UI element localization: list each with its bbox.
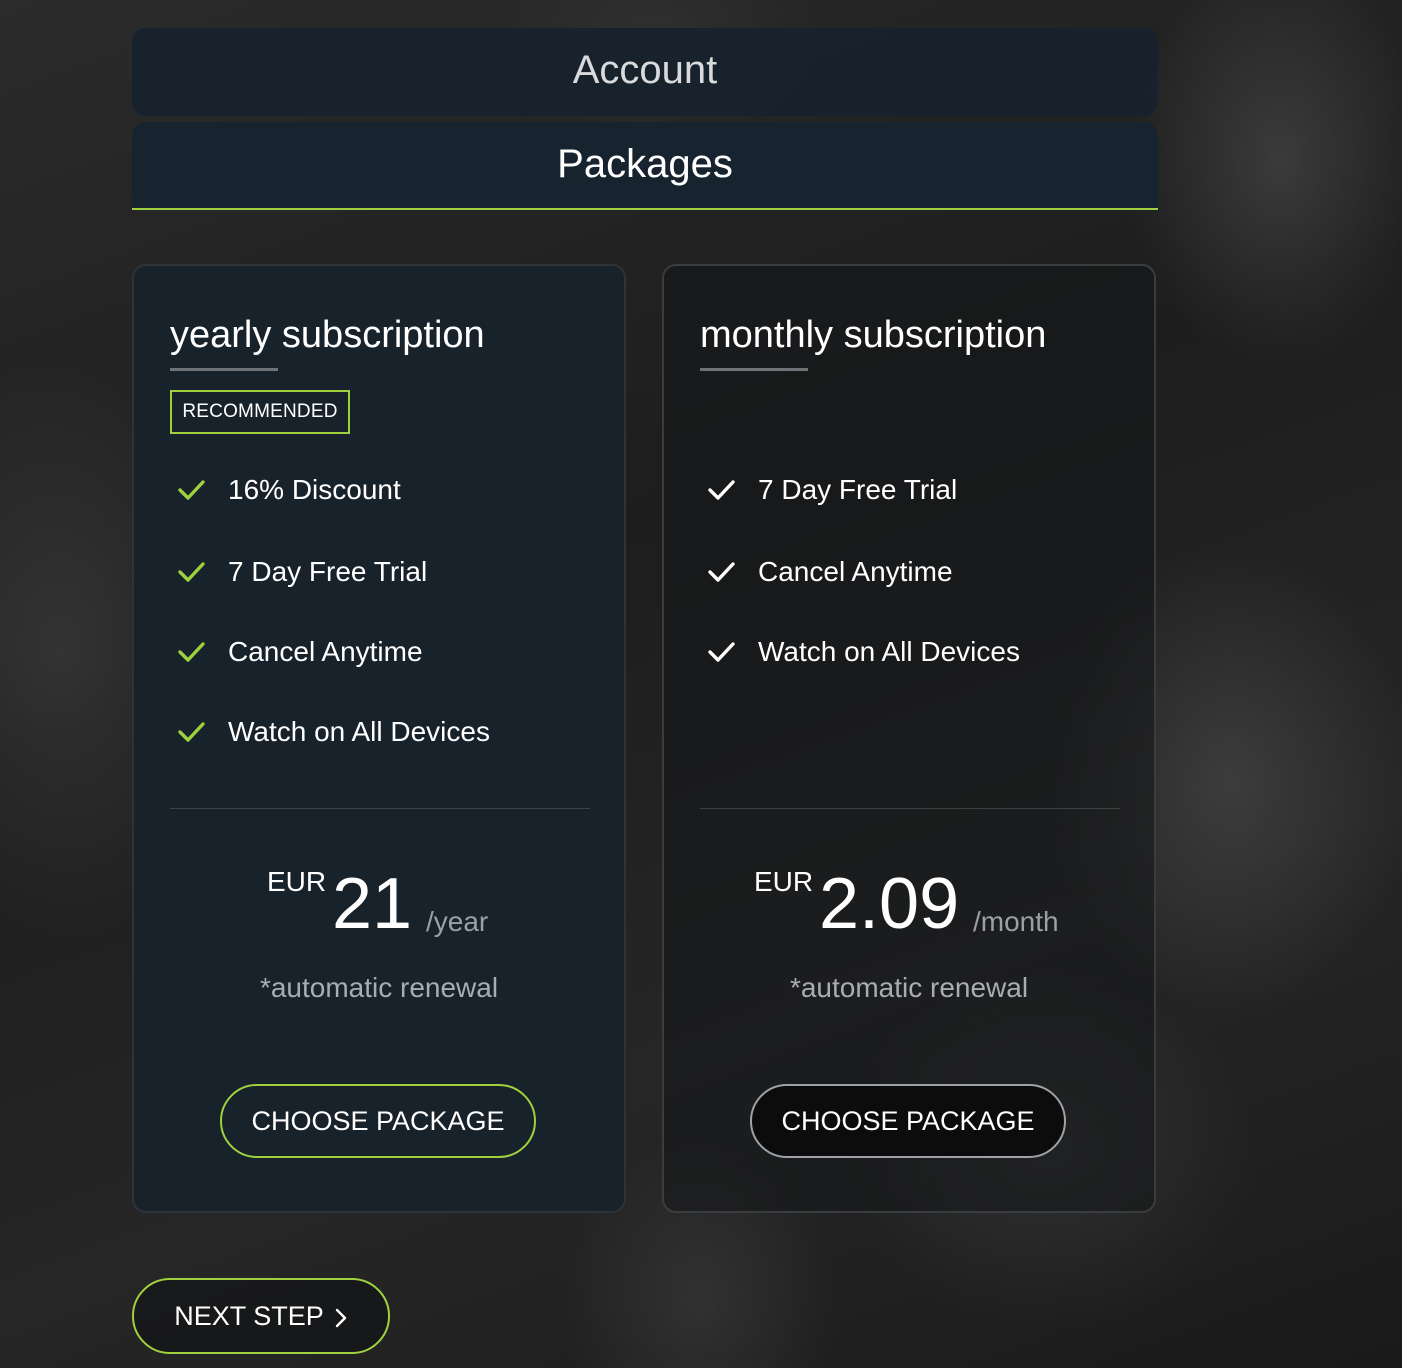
feature-label: 16% Discount [228, 474, 401, 505]
package-card-yearly[interactable]: yearly subscription RECOMMENDED 16% Disc… [132, 264, 626, 1213]
package-card-monthly[interactable]: monthly subscription 7 Day Free Trial Ca… [662, 264, 1156, 1213]
price-block: EUR 21 /year [134, 866, 624, 946]
check-icon [708, 480, 735, 500]
price-period: /year [426, 906, 489, 937]
check-icon [178, 480, 205, 500]
card-divider [170, 808, 590, 809]
renewal-note: *automatic renewal [259, 972, 499, 1003]
price-period: /month [973, 906, 1059, 937]
price-currency: EUR [267, 866, 327, 897]
feature-label: 7 Day Free Trial [228, 556, 428, 587]
price-currency: EUR [754, 866, 814, 897]
renewal-note: *automatic renewal [789, 972, 1029, 1003]
accordion-packages-header[interactable]: Packages [132, 122, 1158, 210]
next-step-button[interactable]: NEXT STEP [132, 1278, 390, 1354]
check-icon [178, 722, 205, 742]
price-amount: 2.09 [819, 864, 960, 944]
price-block: EUR 2.09 /month [664, 866, 1154, 946]
check-icon [178, 642, 205, 662]
chevron-right-icon [335, 1308, 346, 1328]
accordion-account-header[interactable]: Account [132, 28, 1158, 116]
next-step-label: NEXT STEP [174, 1301, 324, 1331]
card-divider [700, 808, 1120, 809]
package-title: yearly subscription [170, 314, 485, 356]
package-title: monthly subscription [700, 314, 1047, 356]
feature-label: Cancel Anytime [228, 636, 423, 667]
recommended-badge: RECOMMENDED [170, 390, 350, 434]
feature-label: Watch on All Devices [758, 636, 1020, 667]
check-icon [708, 562, 735, 582]
choose-package-yearly-button[interactable]: CHOOSE PACKAGE [220, 1084, 536, 1158]
choose-package-monthly-button[interactable]: CHOOSE PACKAGE [750, 1084, 1066, 1158]
feature-label: Watch on All Devices [228, 716, 490, 747]
check-icon [708, 642, 735, 662]
title-underline [170, 368, 278, 371]
accordion-packages-label: Packages [557, 142, 733, 186]
check-icon [178, 562, 205, 582]
feature-label: Cancel Anytime [758, 556, 953, 587]
title-underline [700, 368, 808, 371]
accordion-account-label: Account [572, 48, 718, 92]
feature-label: 7 Day Free Trial [758, 474, 958, 505]
price-amount: 21 [332, 864, 413, 944]
